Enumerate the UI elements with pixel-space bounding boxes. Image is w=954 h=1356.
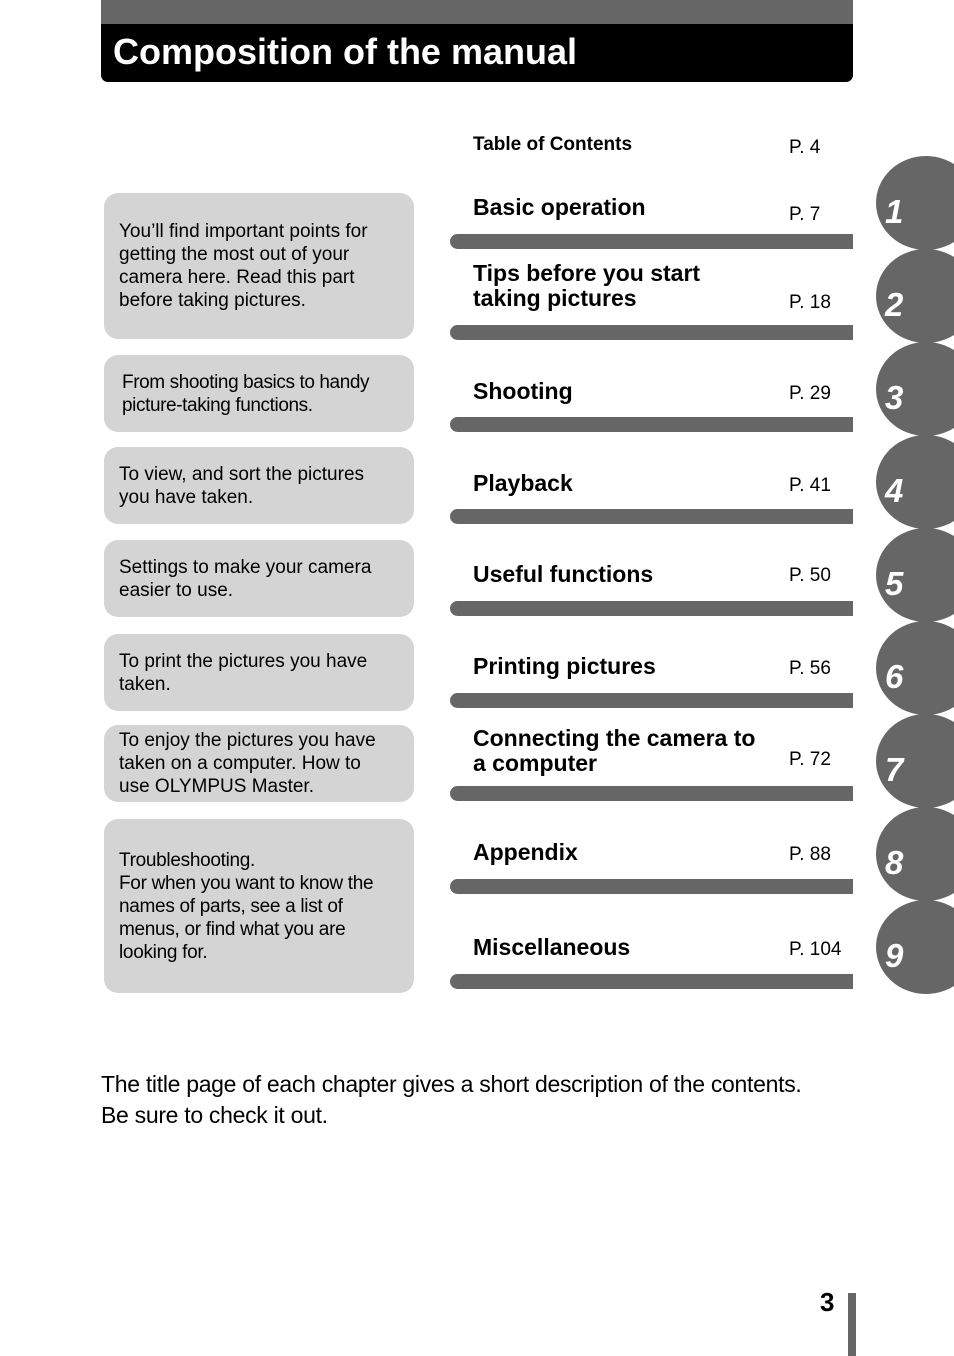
- chapter-title: Shooting: [473, 378, 573, 404]
- chapter-tab-3[interactable]: 3: [876, 342, 954, 436]
- chapter-divider-bar: [450, 601, 853, 616]
- chapter-divider-bar: [450, 879, 853, 894]
- tab-number: 5: [885, 565, 904, 602]
- page-number: 3: [820, 1287, 835, 1317]
- toc-page: P. 4: [789, 137, 821, 158]
- page-header: Composition of the manual: [101, 0, 853, 82]
- tab-number: 9: [885, 937, 904, 974]
- chapter-page: P. 88: [789, 844, 831, 865]
- tab-number: 6: [885, 658, 904, 695]
- chapter-title: Useful functions: [473, 561, 654, 587]
- chapter-tab-2[interactable]: 2: [876, 249, 954, 343]
- description-box: To enjoy the pictures you have taken on …: [104, 725, 414, 802]
- chapter-tab-6[interactable]: 6: [876, 621, 954, 715]
- description-box: Settings to make your camera easier to u…: [104, 540, 414, 617]
- chapter-page: P. 104: [789, 939, 842, 960]
- toc-entry[interactable]: Table of Contents P. 4: [473, 134, 853, 160]
- chapter-page: P. 50: [789, 565, 831, 586]
- chapter-tab-1[interactable]: 1: [876, 156, 954, 250]
- chapter-page: P. 18: [789, 292, 831, 313]
- chapter-page: P. 41: [789, 475, 831, 496]
- tab-number: 2: [885, 286, 904, 323]
- tab-number: 1: [885, 193, 904, 230]
- chapter-divider-bar: [450, 509, 853, 524]
- description-box: To print the pictures you have taken.: [104, 634, 414, 711]
- chapter-divider-bar: [450, 693, 853, 708]
- tab-number: 3: [885, 379, 904, 416]
- chapter-title: Connecting the camera to a computer: [473, 725, 756, 776]
- description-box: Troubleshooting. For when you want to kn…: [104, 819, 414, 993]
- header-gray-strip: [101, 0, 853, 24]
- tab-number: 8: [885, 844, 904, 881]
- description-box: To view, and sort the pictures you have …: [104, 447, 414, 524]
- chapter-tabs: 1 2 3 4 5 6 7 8 9: [860, 0, 954, 1356]
- chapter-tab-5[interactable]: 5: [876, 528, 954, 622]
- tab-number: 4: [885, 472, 904, 509]
- page-number-bar: [848, 1293, 856, 1356]
- chapter-divider-bar: [450, 417, 853, 432]
- chapter-tab-4[interactable]: 4: [876, 435, 954, 529]
- chapter-tab-9[interactable]: 9: [876, 900, 954, 994]
- chapter-page: P. 72: [789, 749, 831, 770]
- description-box: You’ll find important points for getting…: [104, 193, 414, 339]
- chapter-page: P. 7: [789, 204, 821, 225]
- toc-label: Table of Contents: [473, 134, 633, 155]
- chapter-title: Printing pictures: [473, 653, 656, 679]
- header-black-band: Composition of the manual: [101, 24, 853, 82]
- chapter-divider-bar: [450, 974, 853, 989]
- chapter-title: Miscellaneous: [473, 934, 631, 960]
- chapter-tab-7[interactable]: 7: [876, 714, 954, 808]
- chapter-title: Tips before you start taking pictures: [473, 260, 701, 311]
- chapter-title: Playback: [473, 470, 573, 496]
- footer-note: The title page of each chapter gives a s…: [101, 1071, 802, 1128]
- page-title: Composition of the manual: [113, 31, 577, 72]
- chapter-divider-bar: [450, 786, 853, 801]
- chapter-title: Appendix: [473, 839, 578, 865]
- chapter-divider-bar: [450, 325, 853, 340]
- chapter-title: Basic operation: [473, 194, 646, 220]
- chapter-divider-bar: [450, 234, 853, 249]
- chapter-page: P. 29: [789, 383, 831, 404]
- chapter-tab-8[interactable]: 8: [876, 807, 954, 901]
- tab-number: 7: [885, 751, 904, 788]
- description-box: From shooting basics to handy picture-ta…: [104, 355, 414, 432]
- chapter-page: P. 56: [789, 658, 831, 679]
